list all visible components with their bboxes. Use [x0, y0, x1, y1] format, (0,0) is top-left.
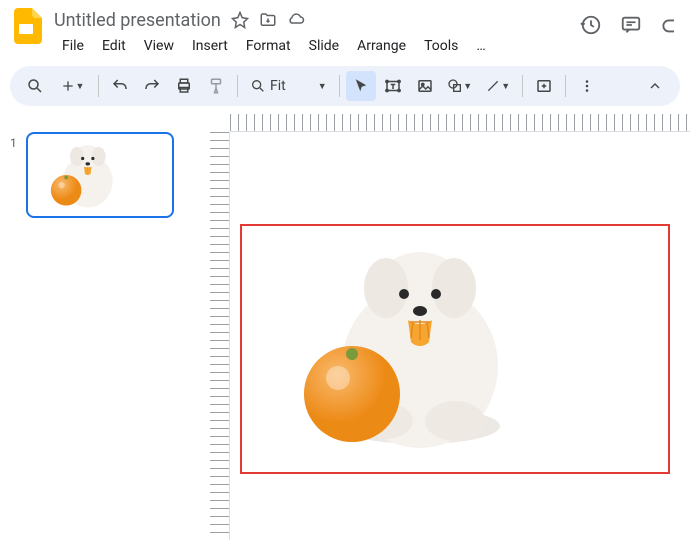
menu-view[interactable]: View	[136, 34, 182, 58]
slide-thumbnail-row: 1	[10, 132, 200, 218]
menu-slide[interactable]: Slide	[301, 34, 347, 58]
menu-bar: File Edit View Insert Format Slide Arran…	[54, 34, 580, 58]
undo-button[interactable]	[105, 71, 135, 101]
title-area: Untitled presentation File Edit View Ins…	[54, 8, 580, 58]
comments-icon[interactable]	[620, 14, 642, 36]
more-tools-button[interactable]	[572, 71, 602, 101]
menu-edit[interactable]: Edit	[94, 34, 134, 58]
share-partial-icon[interactable]	[660, 14, 674, 36]
history-icon[interactable]	[580, 14, 602, 36]
slide-image[interactable]	[290, 236, 520, 456]
search-menus-button[interactable]	[20, 71, 50, 101]
zoom-dropdown[interactable]: Fit ▼	[244, 71, 333, 101]
workspace: 1	[0, 114, 690, 540]
redo-button[interactable]	[137, 71, 167, 101]
slide-number: 1	[10, 136, 20, 150]
ruler-horizontal[interactable]	[230, 114, 690, 132]
thumbnail-image	[38, 140, 128, 210]
ruler-vertical[interactable]	[210, 132, 230, 540]
textbox-button[interactable]	[378, 71, 408, 101]
canvas-area[interactable]	[210, 114, 690, 540]
star-icon[interactable]	[231, 11, 249, 29]
filmstrip[interactable]: 1	[0, 114, 210, 540]
cloud-status-icon[interactable]	[287, 11, 305, 29]
transition-button[interactable]	[529, 71, 559, 101]
line-button[interactable]: ▼	[480, 71, 516, 101]
paint-format-button[interactable]	[201, 71, 231, 101]
print-button[interactable]	[169, 71, 199, 101]
collapse-toolbar-button[interactable]	[640, 71, 670, 101]
menu-more[interactable]: …	[468, 34, 493, 58]
new-slide-button[interactable]: ▼	[52, 71, 92, 101]
toolbar: ▼ Fit ▼ ▼ ▼	[10, 66, 680, 106]
slide-canvas[interactable]	[240, 224, 670, 474]
select-tool-button[interactable]	[346, 71, 376, 101]
menu-insert[interactable]: Insert	[184, 34, 236, 58]
menu-file[interactable]: File	[54, 34, 92, 58]
toolbar-container: ▼ Fit ▼ ▼ ▼	[0, 62, 690, 114]
document-title[interactable]: Untitled presentation	[54, 10, 221, 31]
shape-button[interactable]: ▼	[442, 71, 478, 101]
menu-tools[interactable]: Tools	[416, 34, 466, 58]
app-logo[interactable]	[10, 8, 46, 44]
header: Untitled presentation File Edit View Ins…	[0, 0, 690, 62]
move-folder-icon[interactable]	[259, 11, 277, 29]
menu-arrange[interactable]: Arrange	[349, 34, 414, 58]
zoom-label: Fit	[270, 78, 286, 94]
menu-format[interactable]: Format	[238, 34, 299, 58]
slide-thumbnail-1[interactable]	[26, 132, 174, 218]
image-button[interactable]	[410, 71, 440, 101]
header-actions	[580, 14, 680, 36]
